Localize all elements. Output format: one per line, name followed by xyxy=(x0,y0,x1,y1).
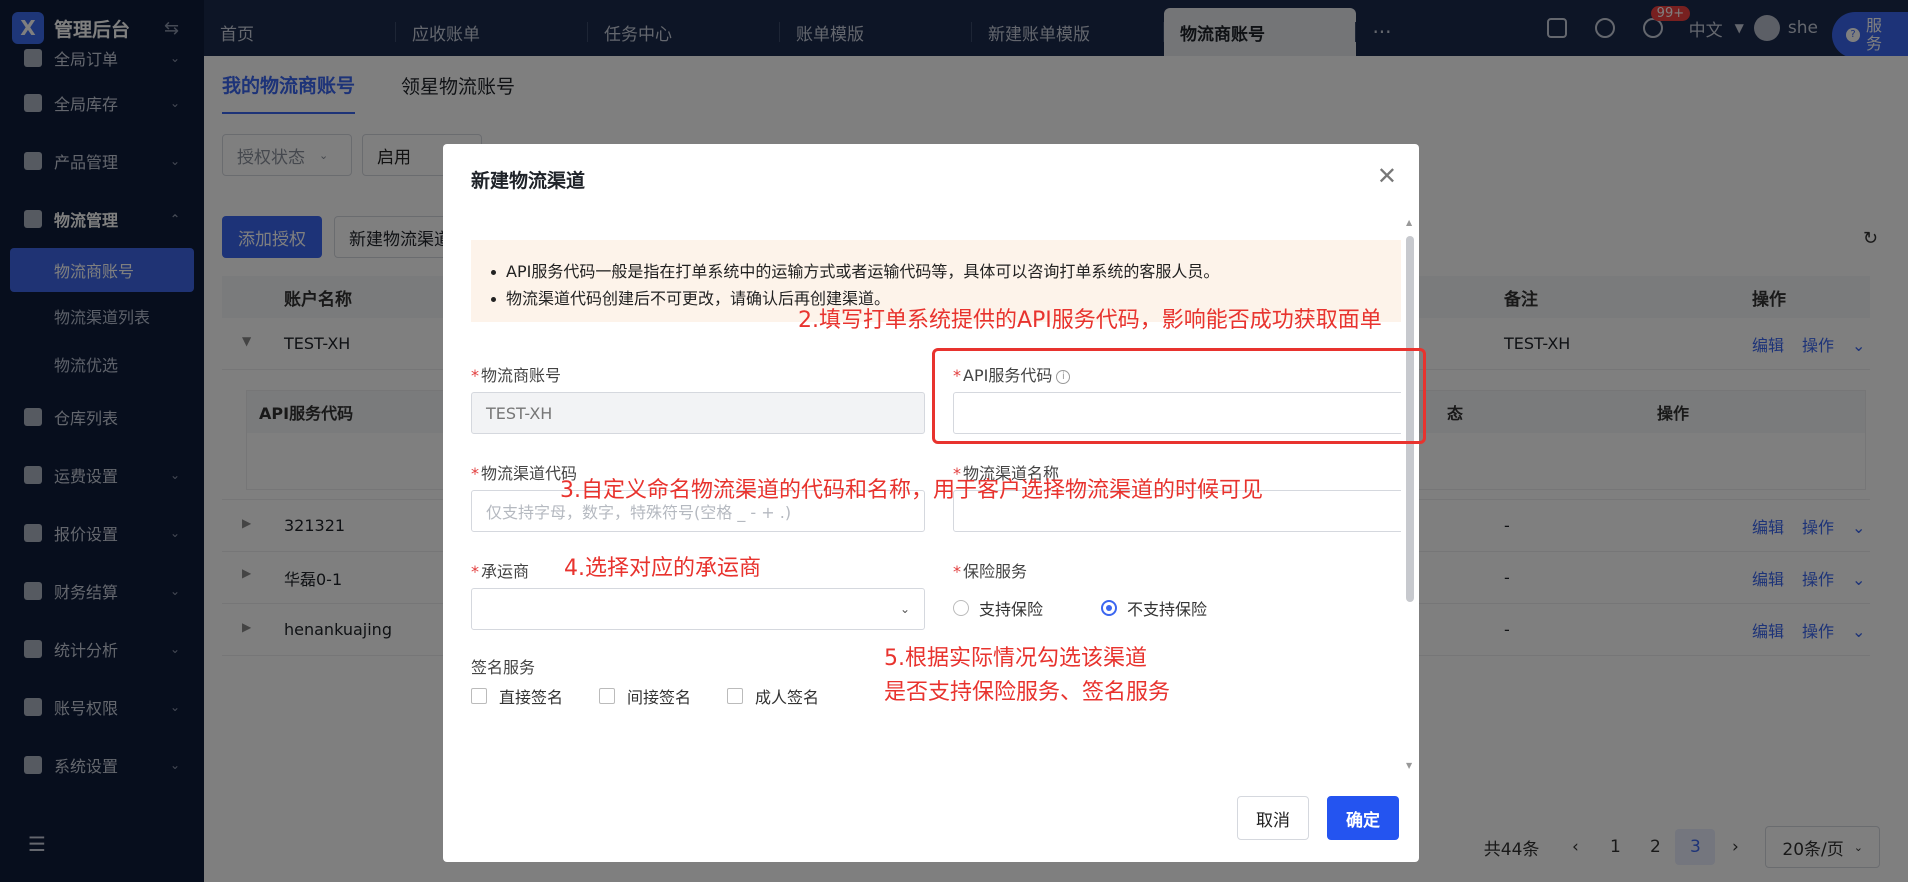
modal-title: 新建物流渠道 xyxy=(471,170,586,192)
annotation-2: 2.填写打单系统提供的API服务代码，影响能否成功获取面单 xyxy=(798,308,1382,333)
radio-circle xyxy=(1101,600,1117,616)
bullet-icon xyxy=(491,270,496,275)
radio-label: 不支持保险 xyxy=(1127,600,1208,619)
checkbox-label: 直接签名 xyxy=(499,688,564,707)
checkbox-box xyxy=(599,688,615,704)
carrier-label: * 承运商 xyxy=(471,562,530,581)
confirm-button[interactable]: 确定 xyxy=(1327,796,1399,840)
label-text: 保险服务 xyxy=(963,562,1028,581)
checkbox-direct-signature[interactable]: 直接签名 xyxy=(471,684,563,708)
checkbox-box xyxy=(471,688,487,704)
insurance-label: * 保险服务 xyxy=(953,562,1028,581)
annotation-highlight-box xyxy=(932,348,1426,444)
annotation-3: 3.自定义命名物流渠道的代码和名称，用于客户选择物流渠道的时候可见 xyxy=(560,478,1263,503)
modal-scrollbar[interactable]: ▲ ▼ xyxy=(1405,214,1415,770)
radio-insurance-yes[interactable]: 支持保险 xyxy=(953,596,1043,620)
label-text: 承运商 xyxy=(481,562,530,581)
account-label: * 物流商账号 xyxy=(471,366,562,385)
alert-text: API服务代码一般是指在打单系统中的运输方式或者运输代码等，具体可以咨询打单系统… xyxy=(506,262,1220,281)
bullet-icon xyxy=(491,297,496,302)
close-icon[interactable]: ✕ xyxy=(1377,162,1397,190)
account-input: TEST-XH xyxy=(471,392,925,434)
radio-label: 支持保险 xyxy=(979,600,1044,619)
modal-footer: 取消 确定 xyxy=(1237,796,1399,840)
annotation-5-line2: 是否支持保险服务、签名服务 xyxy=(884,680,1171,705)
checkbox-label: 成人签名 xyxy=(755,688,820,707)
signature-label: 签名服务 xyxy=(471,658,536,677)
cancel-button[interactable]: 取消 xyxy=(1237,796,1309,840)
scroll-down-icon[interactable]: ▼ xyxy=(1406,761,1412,770)
label-text: 物流商账号 xyxy=(481,366,562,385)
carrier-select[interactable]: ⌄ xyxy=(471,588,925,630)
checkbox-label: 间接签名 xyxy=(627,688,692,707)
checkbox-box xyxy=(727,688,743,704)
radio-insurance-no[interactable]: 不支持保险 xyxy=(1101,596,1207,620)
checkbox-indirect-signature[interactable]: 间接签名 xyxy=(599,684,691,708)
annotation-4: 4.选择对应的承运商 xyxy=(564,556,761,581)
checkbox-adult-signature[interactable]: 成人签名 xyxy=(727,684,819,708)
annotation-5-line1: 5.根据实际情况勾选该渠道 xyxy=(884,646,1147,671)
scroll-up-icon[interactable]: ▲ xyxy=(1406,218,1412,227)
radio-circle xyxy=(953,600,969,616)
chevron-down-icon: ⌄ xyxy=(899,602,910,616)
